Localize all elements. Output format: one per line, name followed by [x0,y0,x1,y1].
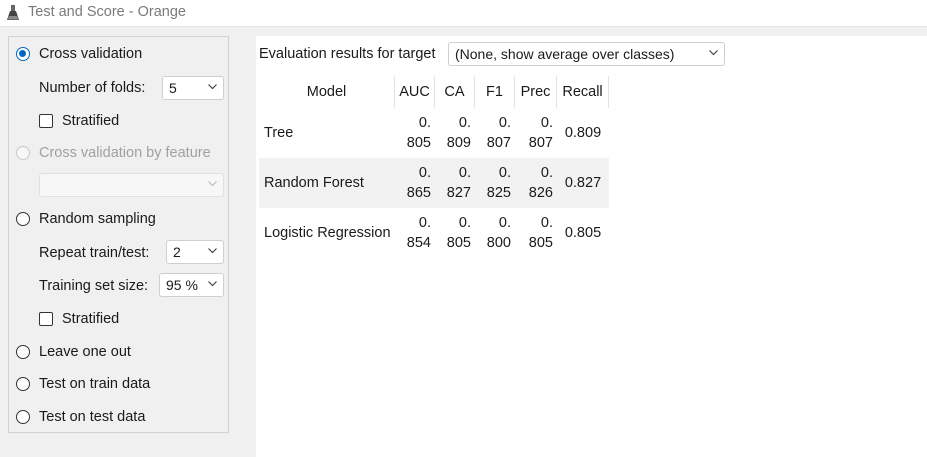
folds-row: Number of folds: [39,80,145,96]
table-cell-prec[interactable]: 0. 807 [515,108,557,158]
test-on-train-label: Test on train data [39,376,151,392]
table-cell-f1[interactable]: 0. 800 [475,208,515,258]
table-cell-recall[interactable]: 0.805 [557,208,609,258]
cv-by-feature-label: Cross validation by feature [39,145,211,161]
title-bar: Test and Score - Orange [0,0,927,27]
feature-combo[interactable] [39,173,224,197]
radio-icon [16,410,30,424]
table-row-model[interactable]: Random Forest [259,158,395,208]
column-header[interactable]: CA [435,76,475,108]
table-cell-recall[interactable]: 0.809 [557,108,609,158]
folds-value: 5 [169,80,177,96]
random-sampling-label: Random sampling [39,211,156,227]
radio-icon [16,47,30,61]
cross-validation-radio[interactable]: Cross validation [16,46,142,62]
stratified-rs-checkbox[interactable]: Stratified [39,311,119,327]
table-cell-f1[interactable]: 0. 807 [475,108,515,158]
chevron-down-icon [208,248,217,254]
random-sampling-radio[interactable]: Random sampling [16,211,156,227]
train-size-value: 95 % [166,277,198,293]
chevron-down-icon [208,181,217,187]
test-on-test-radio[interactable]: Test on test data [16,409,145,425]
repeat-value: 2 [173,244,181,260]
table-cell-f1[interactable]: 0. 825 [475,158,515,208]
train-size-label: Training set size: [39,278,149,294]
repeat-label: Repeat train/test: [39,245,150,261]
radio-icon [16,212,30,226]
radio-icon [16,377,30,391]
train-size-row: Training set size: [39,278,148,294]
repeat-row: Repeat train/test: [39,245,149,261]
evaluation-target-label: Evaluation results for target [259,46,436,62]
column-header[interactable]: Prec [515,76,557,108]
flask-icon [7,5,19,20]
checkbox-icon [39,114,53,128]
table-cell-auc[interactable]: 0. 854 [395,208,435,258]
column-header[interactable]: Recall [557,76,609,108]
stratified-rs-label: Stratified [62,311,120,327]
table-cell-ca[interactable]: 0. 809 [435,108,475,158]
column-header[interactable]: F1 [475,76,515,108]
target-class-value: (None, show average over classes) [455,46,675,62]
stratified-cv-label: Stratified [62,113,120,129]
table-row-model[interactable]: Tree [259,108,395,158]
folds-combo[interactable]: 5 [162,76,224,100]
chevron-down-icon [208,281,217,287]
column-header[interactable]: AUC [395,76,435,108]
table-cell-recall[interactable]: 0.827 [557,158,609,208]
leave-one-out-radio[interactable]: Leave one out [16,344,131,360]
table-cell-auc[interactable]: 0. 865 [395,158,435,208]
checkbox-icon [39,312,53,326]
radio-icon [16,345,30,359]
repeat-combo[interactable]: 2 [166,240,224,264]
table-cell-auc[interactable]: 0. 805 [395,108,435,158]
table-row-model[interactable]: Logistic Regression [259,208,395,258]
folds-label: Number of folds: [39,80,146,96]
radio-icon [16,146,30,160]
chevron-down-icon [709,50,718,56]
column-header[interactable]: Model [259,76,395,108]
train-size-combo[interactable]: 95 % [159,273,224,297]
leave-one-out-label: Leave one out [39,344,131,360]
test-on-train-radio[interactable]: Test on train data [16,376,150,392]
cv-by-feature-radio[interactable]: Cross validation by feature [16,145,211,161]
table-cell-ca[interactable]: 0. 827 [435,158,475,208]
table-cell-ca[interactable]: 0. 805 [435,208,475,258]
cross-validation-label: Cross validation [39,46,143,62]
stratified-cv-checkbox[interactable]: Stratified [39,113,119,129]
window-title: Test and Score - Orange [28,4,186,20]
chevron-down-icon [208,84,217,90]
table-cell-prec[interactable]: 0. 805 [515,208,557,258]
test-on-test-label: Test on test data [39,409,146,425]
target-class-combo[interactable]: (None, show average over classes) [448,42,725,66]
table-cell-prec[interactable]: 0. 826 [515,158,557,208]
